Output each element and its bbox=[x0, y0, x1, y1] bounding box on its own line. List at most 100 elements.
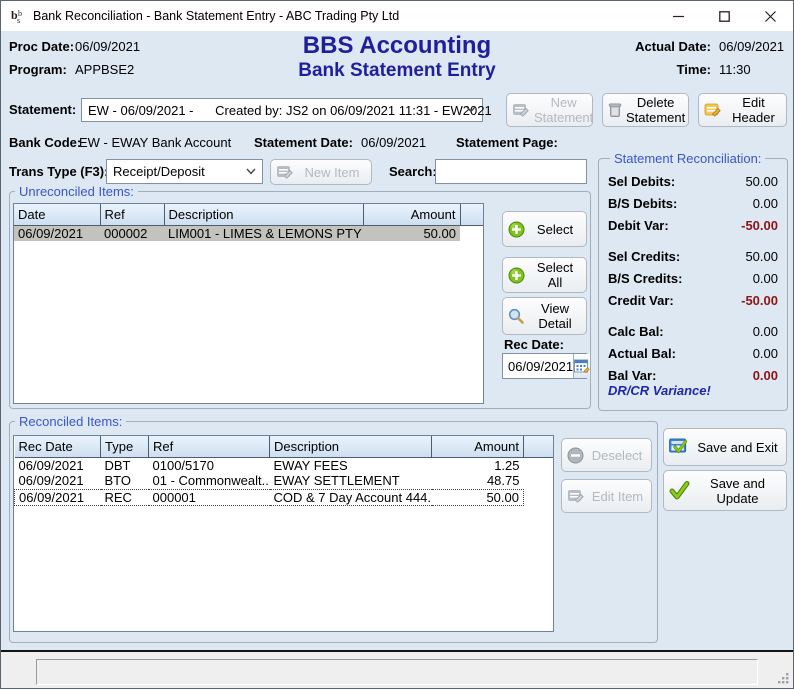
deselect-button[interactable]: Deselect bbox=[561, 438, 652, 472]
bank-code-value: EW - EWAY Bank Account bbox=[79, 135, 231, 150]
reconciliation-row-label: B/S Credits: bbox=[608, 268, 682, 290]
unreconciled-header-row[interactable]: DateRefDescriptionAmount bbox=[14, 204, 483, 225]
column-header-filler bbox=[524, 436, 554, 457]
edit-header-button[interactable]: Edit Header bbox=[698, 93, 787, 127]
table-cell: 48.75 bbox=[432, 473, 524, 489]
reconciliation-row-value: 0.00 bbox=[753, 268, 778, 290]
chevron-down-icon bbox=[246, 168, 256, 175]
table-cell: EWAY SETTLEMENT bbox=[270, 473, 432, 489]
unreconciled-items-table[interactable]: DateRefDescriptionAmount 06/09/202100000… bbox=[13, 203, 484, 404]
table-row[interactable]: 06/09/2021REC000001COD & 7 Day Account 4… bbox=[15, 489, 554, 505]
new-statement-button[interactable]: New Statement bbox=[506, 93, 593, 127]
column-header-filler bbox=[460, 204, 483, 225]
search-input[interactable] bbox=[435, 159, 587, 184]
save-and-update-button[interactable]: Save and Update bbox=[663, 470, 787, 511]
reconciliation-row: B/S Debits:0.00 bbox=[608, 193, 778, 215]
edit-item-button[interactable]: Edit Item bbox=[561, 479, 652, 513]
trans-type-combobox[interactable]: Receipt/Deposit bbox=[106, 159, 263, 184]
table-cell: 06/09/2021 bbox=[15, 489, 101, 505]
table-row[interactable]: 06/09/2021DBT0100/5170EWAY FEES1.25 bbox=[15, 457, 554, 473]
column-header[interactable]: Ref bbox=[100, 204, 164, 225]
minimize-icon bbox=[673, 11, 684, 22]
table-cell: EWAY FEES bbox=[270, 457, 432, 473]
select-all-label: Select All bbox=[529, 260, 581, 290]
column-header[interactable]: Type bbox=[101, 436, 149, 457]
column-header[interactable]: Amount bbox=[363, 204, 460, 225]
column-header[interactable]: Rec Date bbox=[15, 436, 101, 457]
chevron-down-icon bbox=[466, 106, 476, 113]
column-header[interactable]: Amount bbox=[432, 436, 524, 457]
table-row[interactable]: 06/09/2021BTO01 - Commonwealt...EWAY SET… bbox=[15, 473, 554, 489]
maximize-icon bbox=[719, 11, 730, 22]
actual-date-value: 06/09/2021 bbox=[719, 39, 784, 54]
table-cell: REC bbox=[101, 489, 149, 505]
trans-type-value: Receipt/Deposit bbox=[113, 160, 205, 183]
reconciliation-row-label: Sel Credits: bbox=[608, 246, 680, 268]
reconciliation-row-label: B/S Debits: bbox=[608, 193, 677, 215]
select-button[interactable]: Select bbox=[502, 211, 587, 247]
save-and-exit-label: Save and Exit bbox=[694, 440, 781, 455]
select-all-button[interactable]: Select All bbox=[502, 257, 587, 293]
search-label: Search: bbox=[389, 164, 437, 179]
table-cell: 0100/5170 bbox=[149, 457, 270, 473]
table-cell: DBT bbox=[101, 457, 149, 473]
plus-circle-icon bbox=[508, 221, 525, 238]
calendar-picker-button[interactable] bbox=[573, 354, 590, 378]
table-cell: BTO bbox=[101, 473, 149, 489]
column-header[interactable]: Date bbox=[14, 204, 100, 225]
reconciliation-row-label: Calc Bal: bbox=[608, 321, 664, 343]
reconciliation-row-value: 0.00 bbox=[753, 321, 778, 343]
save-and-update-label: Save and Update bbox=[694, 476, 781, 506]
column-header[interactable]: Description bbox=[164, 204, 363, 225]
statement-combobox[interactable]: EW - 06/09/2021 - Created by: JS2 on 06/… bbox=[81, 98, 483, 122]
green-check-icon bbox=[669, 481, 690, 500]
app-icon: b b s bbox=[10, 7, 28, 25]
rec-date-value: 06/09/2021 bbox=[503, 359, 573, 374]
table-cell: 000002 bbox=[100, 225, 164, 241]
statement-date-value: 06/09/2021 bbox=[361, 135, 426, 150]
view-detail-button[interactable]: View Detail bbox=[502, 297, 587, 335]
trash-icon bbox=[608, 102, 622, 118]
new-form-icon bbox=[512, 102, 530, 118]
table-cell: 06/09/2021 bbox=[15, 473, 101, 489]
statement-reconciliation-title: Statement Reconciliation: bbox=[610, 151, 765, 166]
new-form-icon bbox=[276, 164, 294, 180]
new-item-button[interactable]: New Item bbox=[270, 159, 372, 185]
maximize-button[interactable] bbox=[701, 1, 747, 31]
delete-statement-button[interactable]: Delete Statement bbox=[602, 93, 689, 127]
column-header[interactable]: Description bbox=[270, 436, 432, 457]
statement-page-label: Statement Page: bbox=[456, 135, 558, 150]
statement-reconciliation-group: Sel Debits:50.00B/S Debits:0.00Debit Var… bbox=[598, 158, 788, 411]
reconciliation-row: Debit Var:-50.00 bbox=[608, 215, 778, 237]
rec-date-input[interactable]: 06/09/2021 bbox=[502, 353, 587, 379]
save-and-exit-button[interactable]: Save and Exit bbox=[663, 428, 787, 466]
reconciled-items-title: Reconciled Items: bbox=[15, 414, 126, 429]
reconciliation-row-value: 50.00 bbox=[745, 246, 778, 268]
delete-statement-label: Delete Statement bbox=[626, 95, 685, 125]
column-header[interactable]: Ref bbox=[149, 436, 270, 457]
reconciliation-row-label: Credit Var: bbox=[608, 290, 674, 312]
time-value: 11:30 bbox=[719, 62, 751, 77]
window-title: Bank Reconciliation - Bank Statement Ent… bbox=[33, 1, 399, 31]
reconciled-items-table[interactable]: Rec DateTypeRefDescriptionAmount 06/09/2… bbox=[13, 435, 554, 632]
reconciliation-row-value: 0.00 bbox=[753, 365, 778, 387]
resize-grip[interactable] bbox=[777, 672, 790, 685]
rec-date-label: Rec Date: bbox=[504, 337, 564, 352]
edit-note-icon bbox=[704, 102, 722, 118]
reconciled-header-row[interactable]: Rec DateTypeRefDescriptionAmount bbox=[15, 436, 554, 457]
reconciliation-row: Sel Credits: 50.00 bbox=[608, 246, 778, 268]
status-panel bbox=[36, 659, 758, 685]
table-cell: LIM001 - LIMES & LEMONS PTY L... bbox=[164, 225, 363, 241]
time-label: Time: bbox=[677, 62, 711, 77]
reconciliation-row-value: 0.00 bbox=[753, 343, 778, 365]
close-button[interactable] bbox=[747, 1, 793, 31]
edit-header-label: Edit Header bbox=[726, 95, 781, 125]
table-cell: 000001 bbox=[149, 489, 270, 505]
table-row[interactable]: 06/09/2021000002LIM001 - LIMES & LEMONS … bbox=[14, 225, 483, 241]
minimize-button[interactable] bbox=[655, 1, 701, 31]
magnifier-icon bbox=[508, 308, 525, 325]
reconciliation-rows: Sel Debits:50.00B/S Debits:0.00Debit Var… bbox=[599, 171, 787, 387]
bank-code-label: Bank Code: bbox=[9, 135, 81, 150]
svg-text:s: s bbox=[17, 16, 20, 25]
new-item-label: New Item bbox=[298, 165, 366, 180]
